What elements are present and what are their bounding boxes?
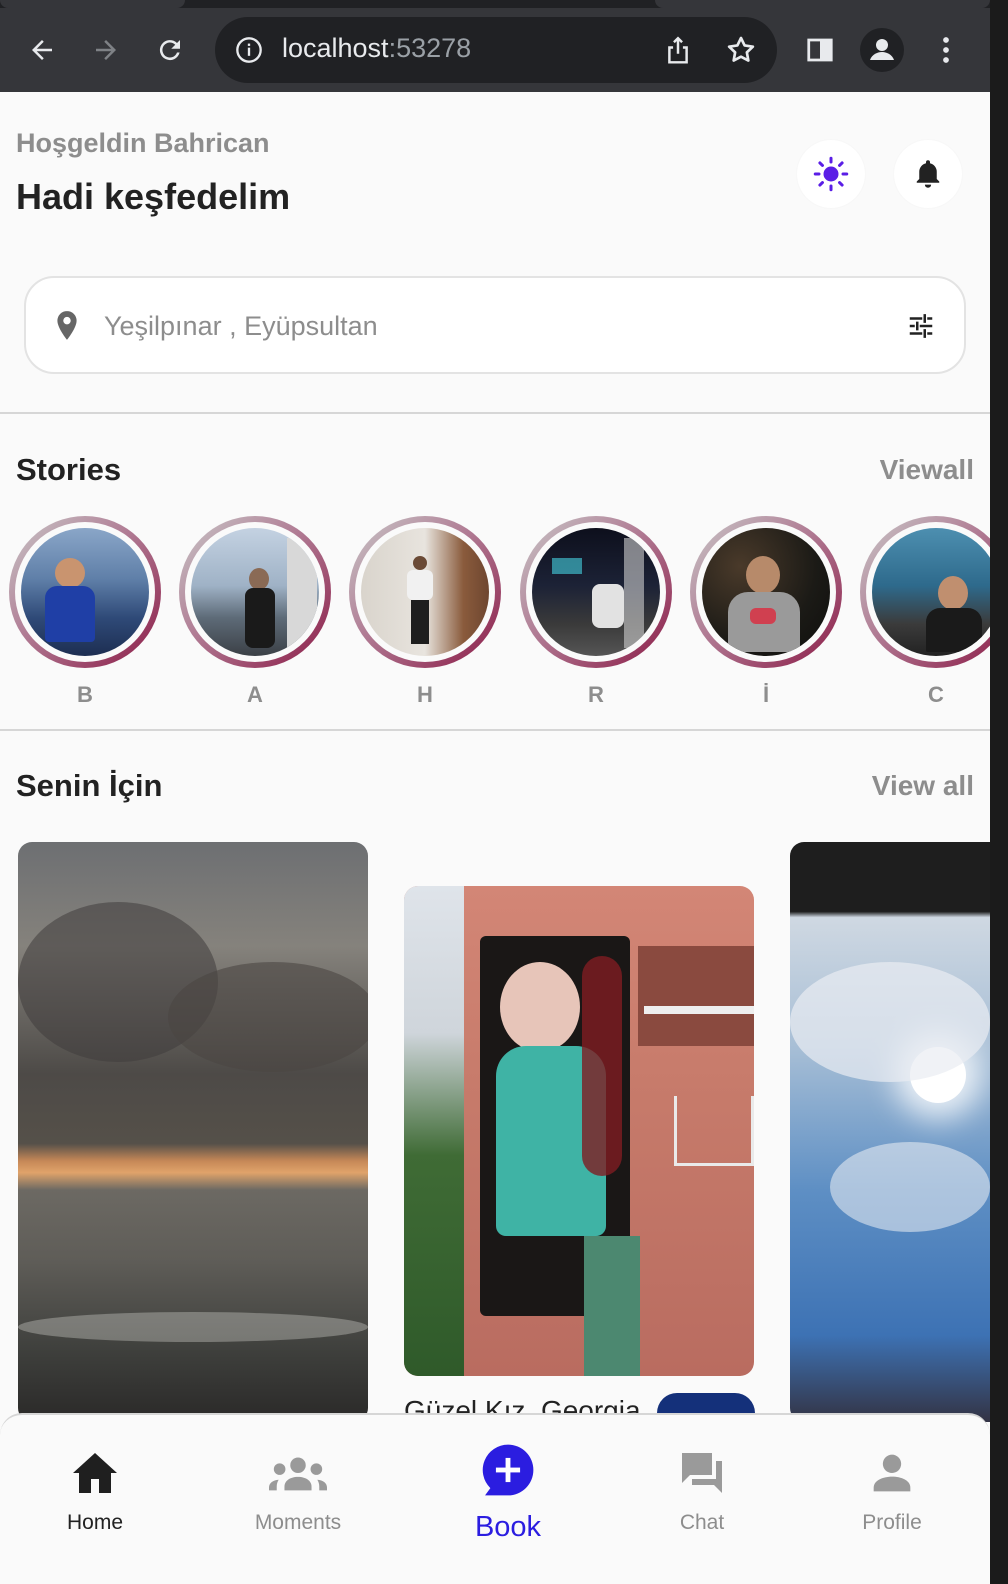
story-item[interactable]: H bbox=[349, 516, 501, 708]
for-you-title: Senin İçin bbox=[16, 768, 163, 803]
nav-chat[interactable]: Chat bbox=[617, 1415, 787, 1565]
side-panel-icon[interactable] bbox=[798, 28, 842, 72]
nav-profile[interactable]: Profile bbox=[807, 1415, 977, 1565]
story-label: C bbox=[928, 682, 944, 707]
theme-toggle-button[interactable] bbox=[797, 140, 865, 208]
bottom-navigation: Home Moments Book Chat Profile bbox=[0, 1413, 990, 1584]
place-card-sky[interactable] bbox=[790, 842, 990, 1422]
nav-moments-label: Moments bbox=[254, 1511, 342, 1534]
url-host: localhost bbox=[282, 33, 389, 63]
home-icon bbox=[73, 1453, 117, 1493]
nav-profile-label: Profile bbox=[862, 1511, 922, 1534]
back-icon[interactable] bbox=[20, 28, 64, 72]
location-pin-icon bbox=[54, 310, 80, 342]
story-item[interactable]: C bbox=[860, 516, 990, 708]
search-placeholder: Yeşilpınar , Eyüpsultan bbox=[104, 311, 378, 341]
nav-book[interactable]: Book bbox=[423, 1415, 593, 1565]
notifications-button[interactable] bbox=[894, 140, 962, 208]
story-avatar bbox=[361, 528, 489, 656]
story-avatar bbox=[532, 528, 660, 656]
app-screen: Hoşgeldin Bahrican Hadi keşfedelim Yeşil… bbox=[0, 92, 990, 1584]
place-card-sunset[interactable] bbox=[18, 842, 368, 1422]
stories-view-all-link[interactable]: Viewall bbox=[880, 454, 974, 486]
browser-toolbar: localhost:53278 bbox=[0, 0, 990, 92]
filter-tune-icon[interactable] bbox=[906, 311, 938, 341]
nav-home[interactable]: Home bbox=[10, 1415, 180, 1565]
share-icon[interactable] bbox=[663, 34, 693, 66]
place-card-mural[interactable] bbox=[404, 886, 754, 1376]
person-icon bbox=[873, 1454, 911, 1492]
story-avatar bbox=[21, 528, 149, 656]
browser-tab[interactable] bbox=[0, 0, 185, 8]
story-item[interactable]: A bbox=[179, 516, 331, 708]
groups-icon bbox=[269, 1457, 327, 1491]
add-chat-icon bbox=[482, 1444, 534, 1496]
bell-icon bbox=[916, 160, 940, 188]
story-item[interactable]: R bbox=[520, 516, 672, 708]
nav-chat-label: Chat bbox=[679, 1511, 725, 1534]
sun-icon bbox=[813, 156, 849, 192]
nav-home-label: Home bbox=[66, 1511, 124, 1534]
divider bbox=[0, 412, 990, 414]
reload-icon[interactable] bbox=[148, 28, 192, 72]
more-menu-icon[interactable] bbox=[924, 28, 968, 72]
site-info-icon[interactable] bbox=[235, 36, 263, 64]
story-label: H bbox=[417, 682, 433, 707]
stories-title: Stories bbox=[16, 452, 122, 487]
story-avatar bbox=[702, 528, 830, 656]
greeting-text: Hoşgeldin Bahrican bbox=[16, 128, 270, 158]
page-title: Hadi keşfedelim bbox=[16, 176, 291, 217]
story-item[interactable]: İ bbox=[690, 516, 842, 708]
bookmark-star-icon[interactable] bbox=[725, 34, 757, 66]
story-avatar bbox=[872, 528, 990, 656]
forward-icon[interactable] bbox=[84, 28, 128, 72]
nav-book-label: Book bbox=[474, 1511, 542, 1543]
forum-icon bbox=[682, 1453, 722, 1493]
browser-tab[interactable] bbox=[655, 0, 990, 8]
window-edge bbox=[990, 0, 1008, 1584]
location-search-field[interactable]: Yeşilpınar , Eyüpsultan bbox=[24, 276, 966, 374]
stories-row: B A H R İ C bbox=[0, 512, 990, 712]
divider bbox=[0, 729, 990, 731]
story-label: B bbox=[77, 682, 93, 707]
for-you-view-all-link[interactable]: View all bbox=[872, 770, 974, 802]
nav-moments[interactable]: Moments bbox=[213, 1415, 383, 1565]
address-bar[interactable]: localhost:53278 bbox=[215, 17, 777, 83]
story-label: A bbox=[247, 682, 263, 707]
url-text: localhost:53278 bbox=[282, 33, 471, 64]
url-port: :53278 bbox=[388, 33, 472, 63]
story-label: İ bbox=[762, 682, 770, 707]
story-label: R bbox=[588, 682, 604, 707]
tab-strip bbox=[0, 0, 990, 8]
story-avatar bbox=[191, 528, 319, 656]
profile-avatar-icon[interactable] bbox=[860, 28, 904, 72]
story-item[interactable]: B bbox=[9, 516, 161, 708]
